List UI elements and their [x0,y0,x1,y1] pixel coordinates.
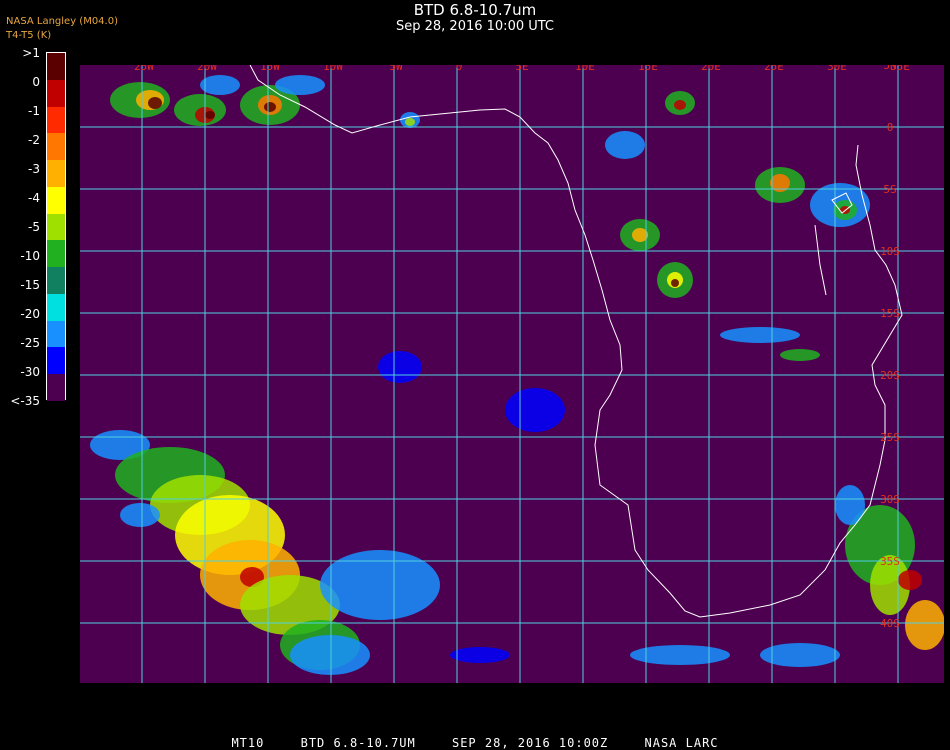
satellite-map: 25W 20W 15W 10W 5W 0 5E 10E 15E 20E 25E 30E 35E 5N 0 5S… [80,65,944,683]
colorbar-swatch [47,267,65,294]
cloud-patch [120,503,160,527]
cloud-patch [264,102,276,112]
longitude-label: 30E [827,65,847,73]
cloud-patch [630,645,730,665]
colorbar-tick-label: -20 [20,307,40,321]
latitude-label: 20S [880,369,900,382]
cloud-patch [148,97,162,109]
colorbar-swatch [47,213,65,241]
colorbar-swatch [47,186,65,214]
colorbar-tick-label: >1 [22,46,40,60]
cloud-patch [835,485,865,525]
latitude-label: 5N [883,65,896,72]
longitude-label: 20W [197,65,217,73]
title-block: BTD 6.8-10.7um Sep 28, 2016 10:00 UTC [0,1,950,35]
colorbar-swatch [47,53,65,80]
footer-satellite: MT10 [231,736,265,750]
colorbar [46,52,66,401]
colorbar-swatch [47,106,65,134]
cloud-patch [275,75,325,95]
longitude-label: 25W [134,65,154,73]
cloud-patch [674,100,686,110]
cloud-patch [780,349,820,361]
colorbar-swatch [47,374,65,401]
colorbar-swatch [47,79,65,107]
cloud-patch [378,351,422,383]
lake-tanganyika [814,224,827,296]
latitude-label: 10S [880,245,900,258]
longitude-label: 5E [515,65,528,73]
latitude-label: 15S [880,307,900,320]
longitude-label: 10E [575,65,595,73]
cloud-patch [505,388,565,432]
producer-label: NASA Langley (M04.0) [6,16,118,27]
cloud-patch [671,279,679,287]
footer-caption: MT10 BTD 6.8-10.7UM SEP 28, 2016 10:00Z … [0,736,950,750]
footer-source: NASA LARC [644,736,719,750]
image-timestamp: Sep 28, 2016 10:00 UTC [395,19,555,34]
africa-coastline [249,65,903,618]
cloud-patch [200,75,240,95]
colorbar-tick-label: -1 [28,104,40,118]
latitude-label: 5S [883,183,896,196]
longitude-label: 15E [638,65,658,73]
longitude-label: 25E [764,65,784,73]
latitude-label: 40S [880,617,900,630]
cloud-patch [905,600,944,650]
colorbar-tick-label: 0 [32,75,40,89]
footer-product: BTD 6.8-10.7UM [300,736,416,750]
cloud-patch [605,131,645,159]
colorbar-tick-label: -5 [28,220,40,234]
latitude-label: 0 [887,121,894,134]
colorbar-swatch [47,240,65,268]
colorbar-tick-label: -3 [28,162,40,176]
cloud-patch [405,118,415,126]
longitude-label: 5W [389,65,403,73]
colorbar-tick-label: -2 [28,133,40,147]
cloud-patch [290,635,370,675]
product-info: NASA Langley (M04.0) T4-T5 (K) [6,15,118,43]
longitude-label: 15W [260,65,280,73]
longitude-label: 10W [323,65,343,73]
colorbar-tick-label: -10 [20,249,40,263]
colorbar-tick-label: -4 [28,191,40,205]
colorbar-swatch [47,347,65,375]
colorbar-tick-label: -30 [20,365,40,379]
colorbar-tick-label: -25 [20,336,40,350]
longitude-label: 20E [701,65,721,73]
colorbar-swatch [47,133,65,161]
colorbar-swatch [47,320,65,348]
footer-datetime: SEP 28, 2016 10:00Z [451,736,609,750]
image-title: BTD 6.8-10.7um [413,1,537,19]
map-canvas: 25W 20W 15W 10W 5W 0 5E 10E 15E 20E 25E 30E 35E5N05S… [80,65,944,683]
colorbar-swatch [47,293,65,321]
cloud-patch [205,111,215,119]
colorbar-labels: >1 0 -1 -2 -3 -4 -5 -10 -15 -20 -25 -30 <-35 [0,44,42,414]
colorbar-tick-label: -15 [20,278,40,292]
colorbar-tick-label: <-35 [10,394,40,408]
latitude-label: 25S [880,431,900,444]
units-label: T4-T5 (K) [6,30,52,41]
colorbar-swatch [47,160,65,187]
cloud-patch [898,570,922,590]
longitude-label: 0 [456,65,463,73]
latitude-label: 30S [880,493,900,506]
cloud-patch [450,647,510,663]
latitude-label: 35S [880,555,900,568]
cloud-patch [720,327,800,343]
